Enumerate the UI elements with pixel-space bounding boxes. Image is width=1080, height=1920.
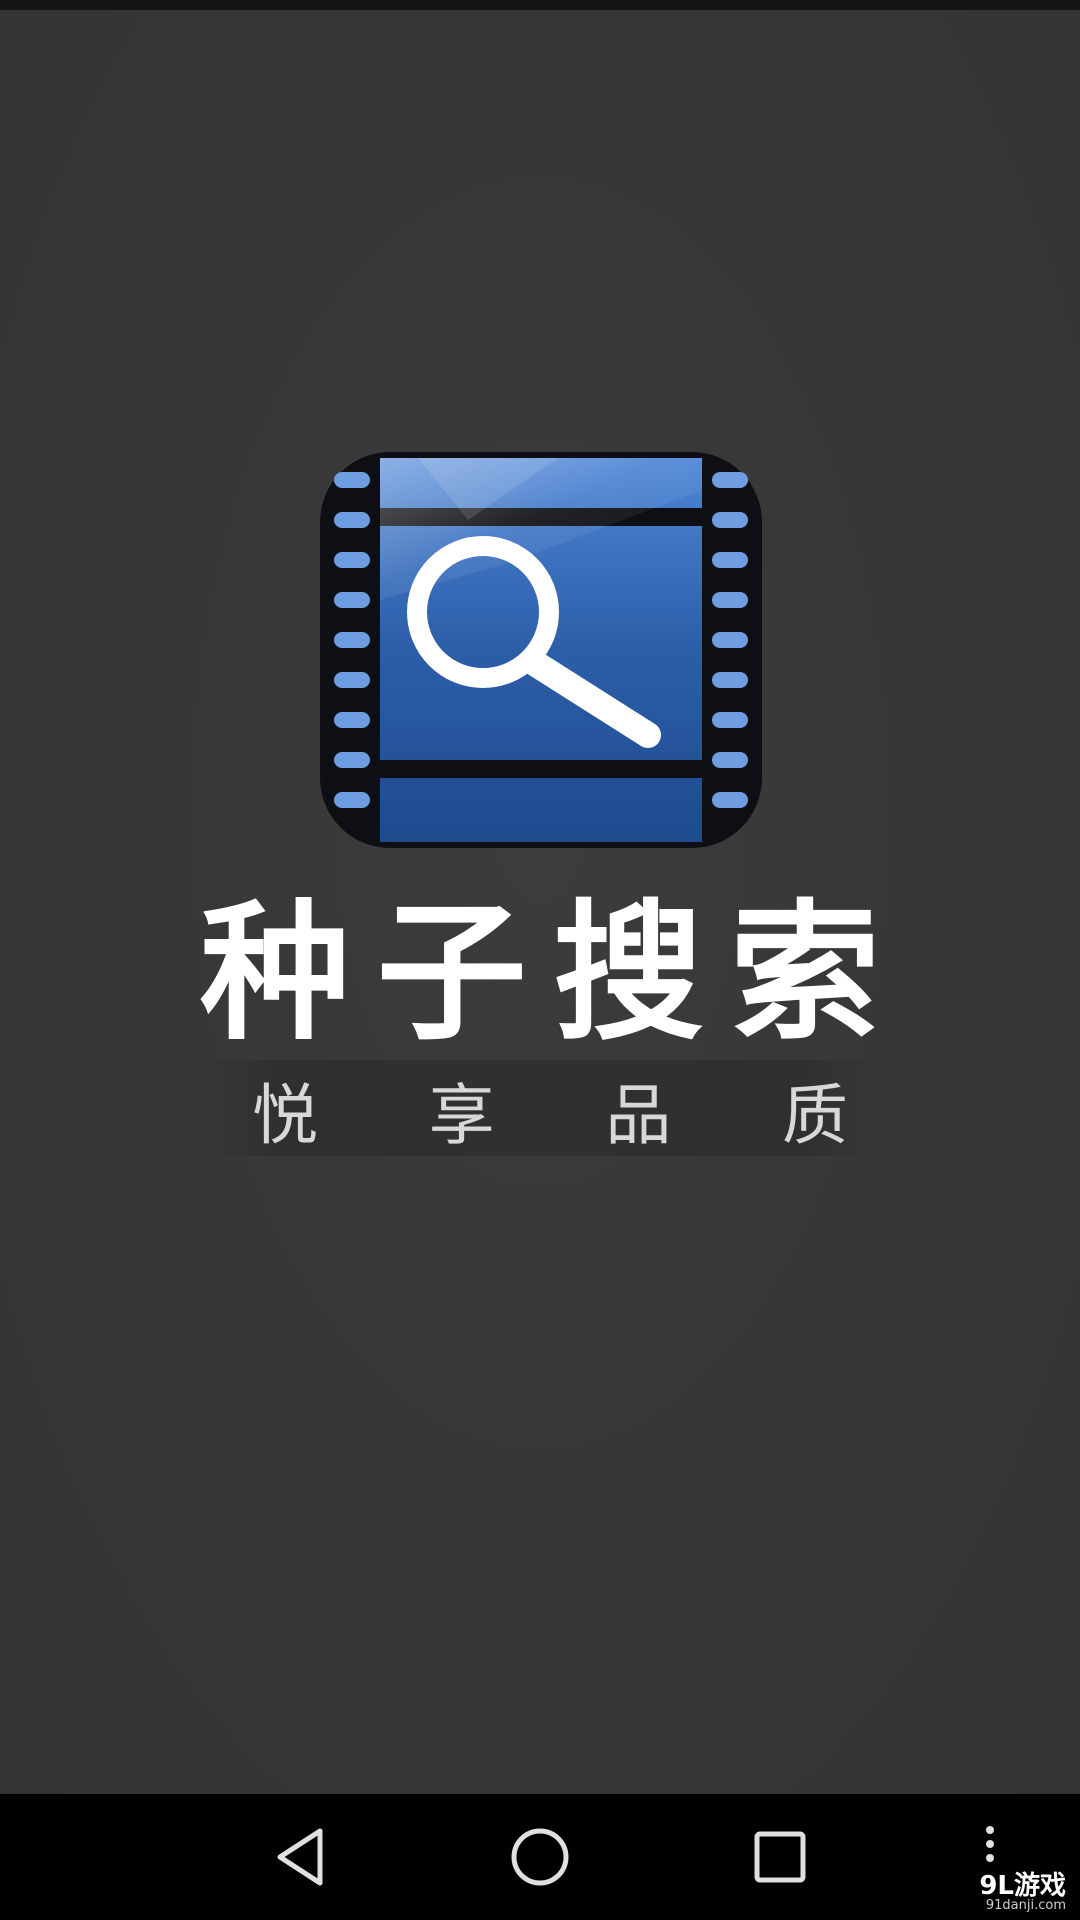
watermark-url: 91danji.com [985, 1898, 1066, 1913]
recent-apps-button[interactable] [725, 1812, 835, 1902]
app-title-char: 搜 [553, 884, 704, 1061]
splash-screen: 种 子 搜 索 悦 享 品 质 9L游戏 91danji.com [0, 0, 1080, 1920]
app-title-char: 子 [376, 884, 527, 1061]
app-title-char: 种 [199, 884, 350, 1061]
slogan-char: 悦 [252, 1077, 318, 1154]
overflow-dots-icon [986, 1826, 994, 1862]
slogan-char: 品 [605, 1077, 672, 1154]
slogan-char: 享 [428, 1077, 495, 1154]
recent-square-icon [754, 1831, 806, 1883]
app-title-char: 索 [729, 884, 880, 1061]
overflow-menu-button[interactable] [960, 1824, 1020, 1864]
app-slogan: 悦 享 品 质 [230, 1070, 870, 1154]
watermark-brand: 9L游戏 [979, 1871, 1066, 1901]
navigation-bar: 9L游戏 91danji.com [0, 1794, 1080, 1920]
app-title: 种 子 搜 索 [190, 880, 890, 1061]
back-button[interactable] [245, 1812, 355, 1902]
status-bar [0, 0, 1080, 10]
film-search-icon [320, 452, 762, 848]
home-circle-icon [511, 1828, 569, 1886]
watermark: 9L游戏 91danji.com [979, 1873, 1066, 1912]
home-button[interactable] [485, 1812, 595, 1902]
slogan-char: 质 [781, 1077, 848, 1154]
back-triangle-icon [277, 1828, 323, 1886]
